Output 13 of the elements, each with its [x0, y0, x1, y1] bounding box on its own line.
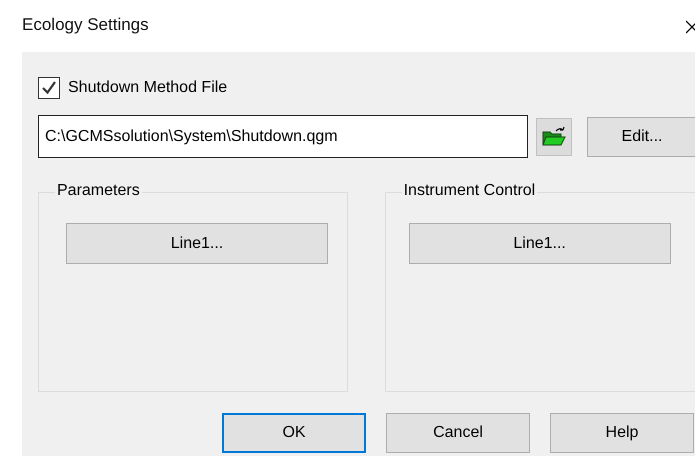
window-title: Ecology Settings — [22, 15, 149, 35]
line-button[interactable]: Line1... — [408, 223, 671, 264]
dialog-button[interactable]: OK — [222, 413, 366, 453]
folder-icon — [541, 126, 567, 148]
dialog-button[interactable]: Help — [550, 413, 694, 453]
file-path-field[interactable]: C:\GCMSsolution\System\Shutdown.qgm — [38, 115, 528, 158]
line-button[interactable]: Line1... — [66, 223, 328, 264]
edit-button[interactable]: Edit... — [587, 116, 695, 156]
checkbox[interactable] — [38, 77, 60, 99]
checkbox-label: Shutdown Method File — [68, 79, 228, 97]
dialog-button[interactable]: Cancel — [386, 413, 530, 453]
browse-button[interactable] — [536, 118, 572, 156]
close-icon[interactable] — [686, 20, 695, 34]
